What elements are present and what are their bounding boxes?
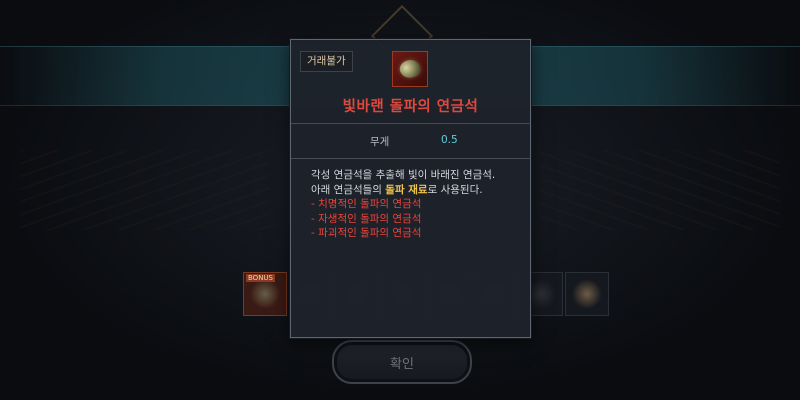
gem-shape <box>397 56 423 82</box>
list-item: - 자생적인 돌파의 연금석 <box>311 212 422 225</box>
item-slot[interactable]: BONUS <box>243 272 287 316</box>
brilliant-stone-icon <box>392 51 428 87</box>
item-slot[interactable] <box>565 272 609 316</box>
highlight-text: 돌파 재료 <box>385 183 428 196</box>
list-item: - 치명적인 돌파의 연금석 <box>311 198 422 211</box>
background-texture-right <box>540 150 780 230</box>
untradeable-badge: 거래불가 <box>300 51 353 72</box>
description-line: 아래 연금석들의 돌파 재료로 사용된다. <box>311 183 530 198</box>
list-item: - 파괴적인 돌파의 연금석 <box>311 227 422 240</box>
item-name: 빛바랜 돌파의 연금석 <box>342 99 479 115</box>
item-tooltip: 거래불가 빛바랜 돌파의 연금석 무게 0.5 각성 연금석을 추출해 빛이 바… <box>290 39 531 338</box>
description-text: 로 사용된다. <box>427 183 483 196</box>
weight-stat-row: 무게 0.5 <box>291 124 530 159</box>
tooltip-header: 거래불가 빛바랜 돌파의 연금석 <box>291 40 530 124</box>
confirm-button[interactable]: 확인 <box>332 340 472 384</box>
weight-value: 0.5 <box>441 134 458 146</box>
description-line: 각성 연금석을 추출해 빛이 바래진 연금석. <box>311 169 496 181</box>
description-text: 아래 연금석들의 <box>311 183 386 196</box>
item-description: 각성 연금석을 추출해 빛이 바래진 연금석. 아래 연금석들의 돌파 재료로 … <box>291 159 530 241</box>
background-texture-left <box>20 150 270 230</box>
confirm-button-label: 확인 <box>390 356 414 372</box>
bonus-badge: BONUS <box>246 274 275 282</box>
weight-label: 무게 <box>370 136 390 148</box>
